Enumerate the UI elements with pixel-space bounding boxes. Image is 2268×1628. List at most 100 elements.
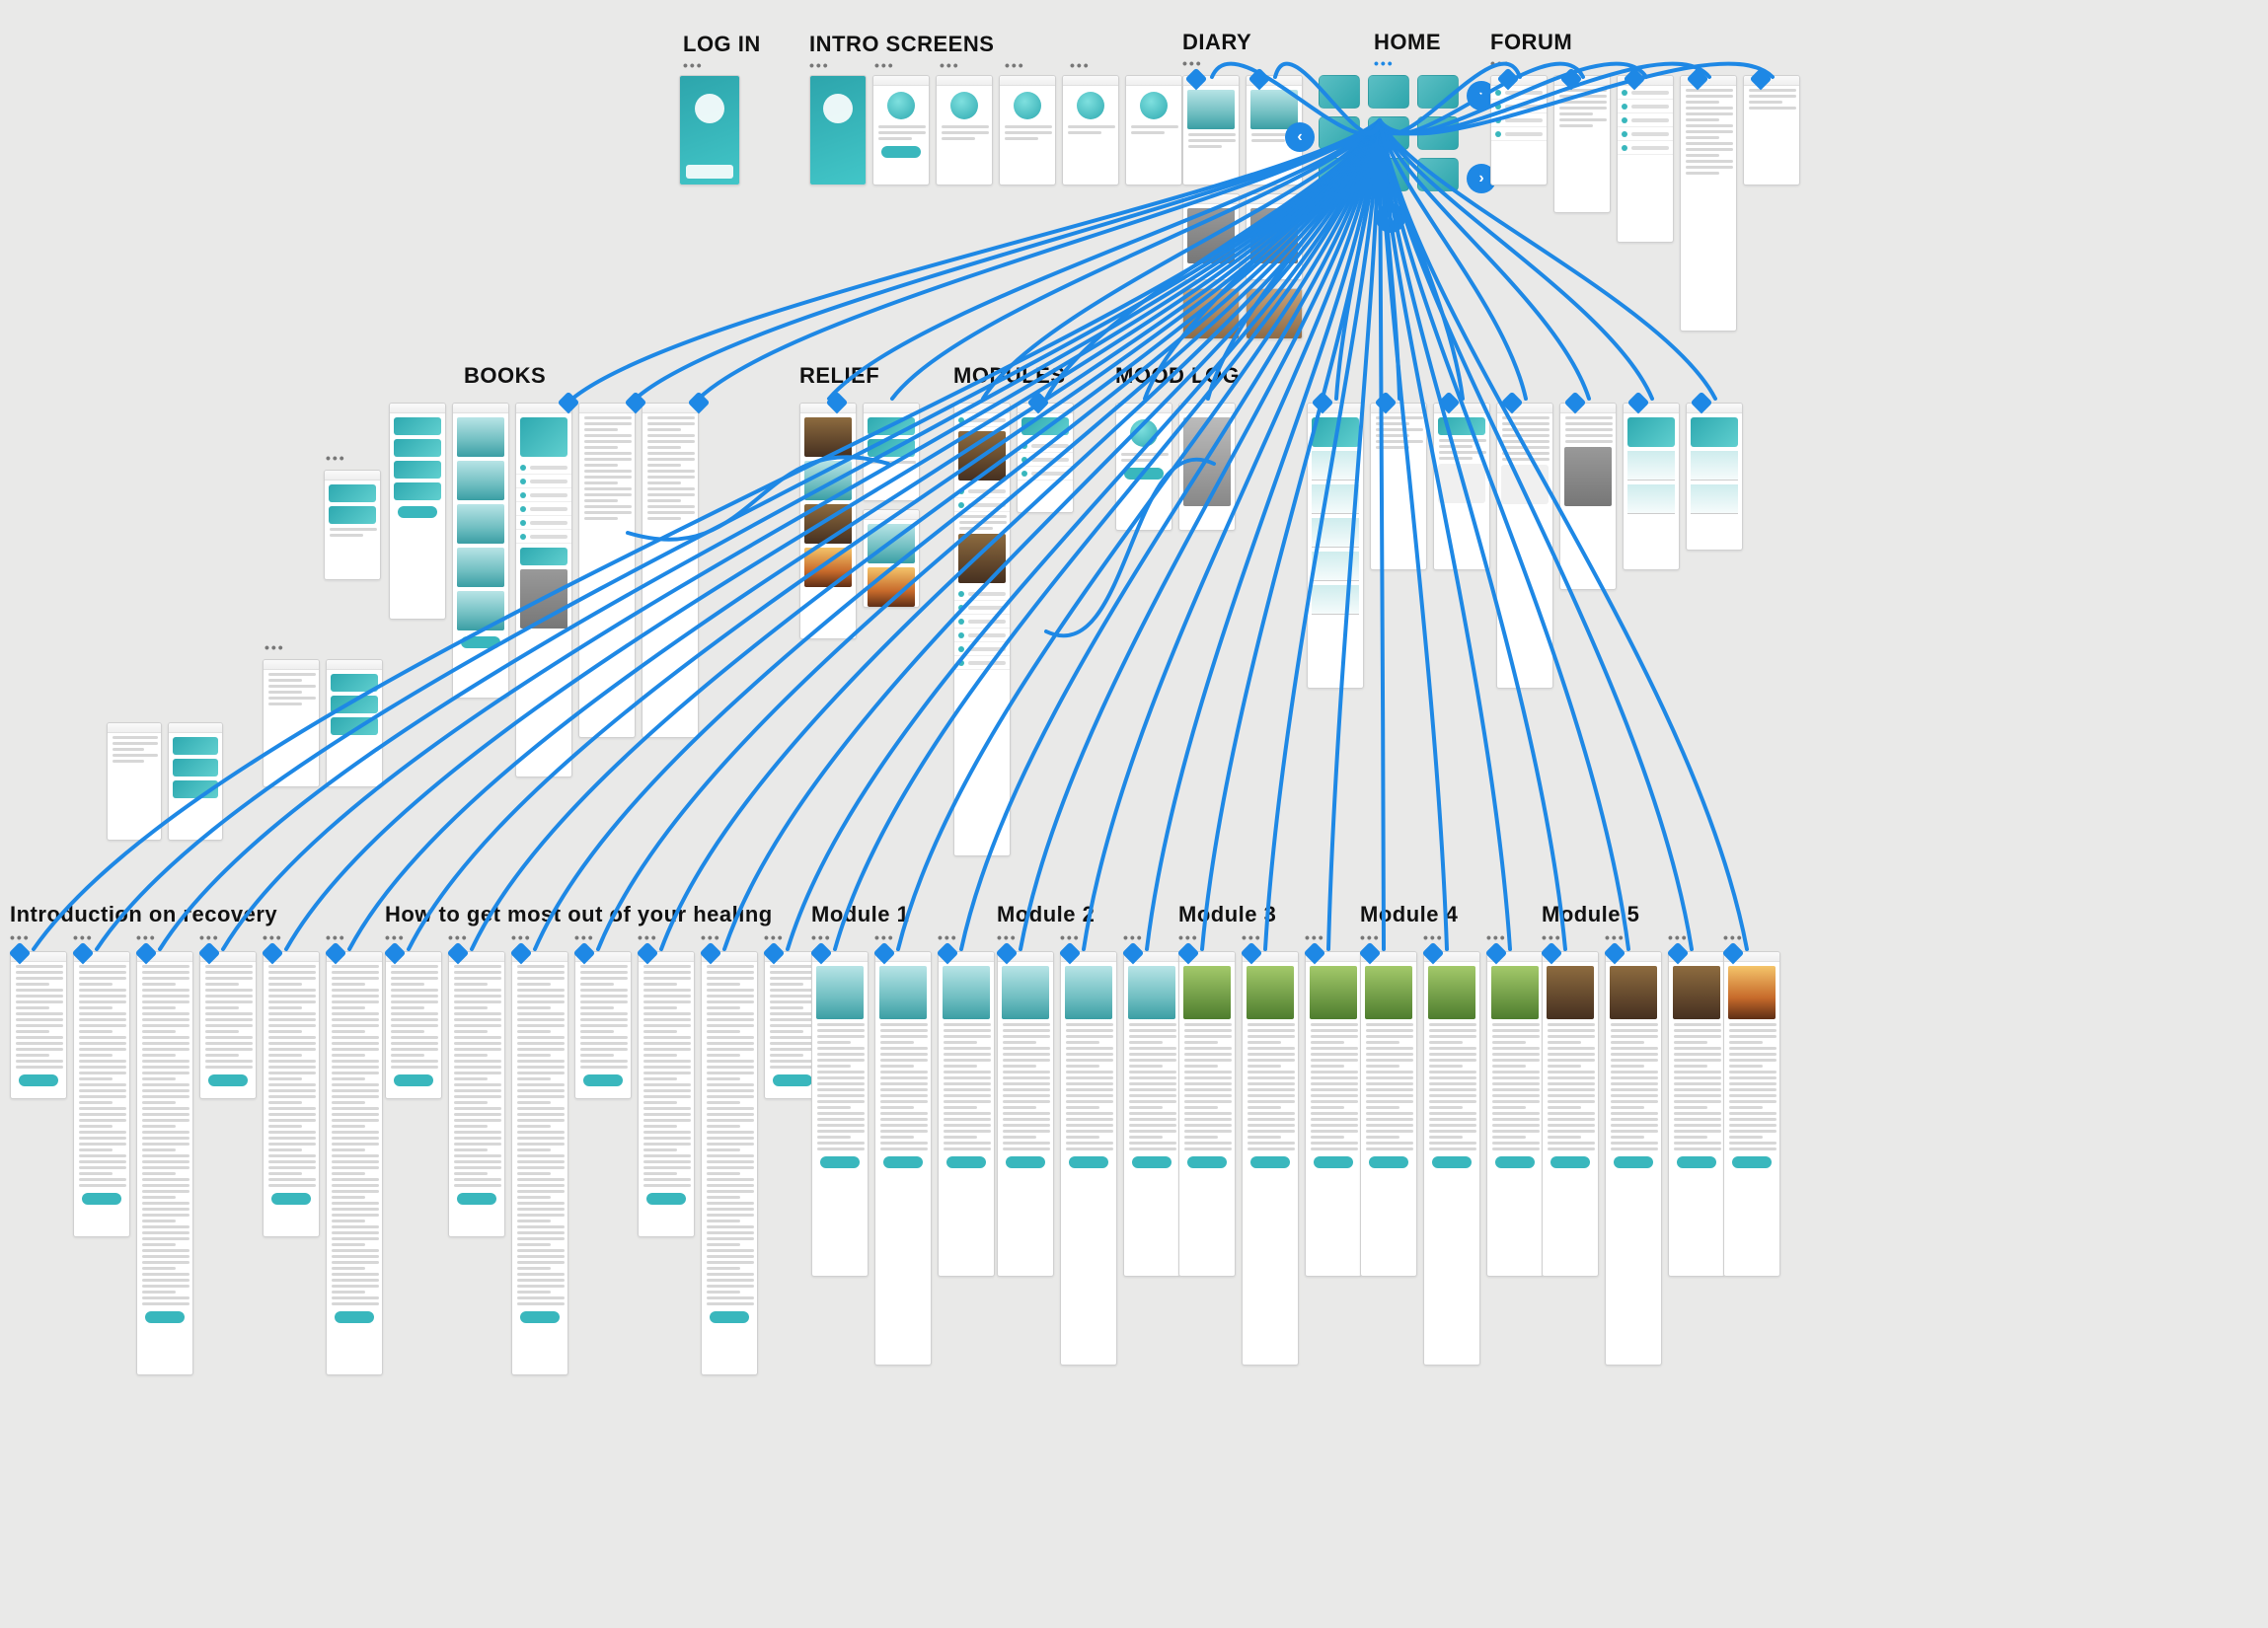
screen-diary-5[interactable] [1182,288,1240,339]
screen-module[interactable] [1178,951,1236,1277]
ellipsis-icon: ••• [683,57,704,73]
ellipsis-icon: ••• [326,450,346,466]
screen-books-b1[interactable] [389,403,446,620]
screen-forum-1[interactable] [1490,75,1548,185]
screen-mood-3[interactable] [1307,403,1364,689]
screen-module[interactable] [574,951,632,1099]
screen-relief-3[interactable] [863,509,920,608]
screen-module[interactable] [1305,951,1362,1277]
screen-forum-2[interactable] [1553,75,1611,213]
screen-module[interactable] [326,951,383,1375]
screen-intro-2[interactable] [872,75,930,185]
home-hub[interactable]: › ‹ › ˄ [1319,75,1467,223]
screen-books-a1[interactable] [324,470,381,580]
section-label-relief: RELIEF [799,363,879,389]
screen-module[interactable] [136,951,193,1375]
chevron-up-icon[interactable]: ˄ [1376,203,1405,233]
screen-mood-4[interactable] [1370,403,1427,570]
screen-relief-2[interactable] [863,403,920,501]
screen-login[interactable] [679,75,740,185]
section-label-modules: MODULES [953,363,1066,389]
screen-module[interactable] [1668,951,1725,1277]
screen-mood-6[interactable] [1496,403,1553,689]
screen-module[interactable] [1542,951,1599,1277]
screen-module[interactable] [263,951,320,1237]
screen-mood-2[interactable] [1178,403,1236,531]
ellipsis-icon: ••• [1005,57,1025,73]
screen-misc-1[interactable] [107,722,162,841]
screen-books-a3[interactable] [326,659,383,787]
screen-module[interactable] [874,951,932,1366]
screen-intro-5[interactable] [1062,75,1119,185]
screen-module[interactable] [1360,951,1417,1277]
screen-module[interactable] [701,951,758,1375]
section-label-diary: DIARY [1182,30,1251,55]
screen-diary-4[interactable] [1246,193,1303,280]
screen-module[interactable] [811,951,869,1277]
section-label-forum: FORUM [1490,30,1572,55]
section-label-mod4: Module 4 [1360,902,1458,927]
section-label-howto: How to get most out of your healing [385,902,773,927]
section-label-mod3: Module 3 [1178,902,1276,927]
screen-diary-6[interactable] [1246,288,1303,339]
screen-forum-3[interactable] [1617,75,1674,243]
screen-misc-2[interactable] [168,722,223,841]
screen-module[interactable] [1423,951,1480,1366]
screen-module[interactable] [385,951,442,1099]
screen-modules-2[interactable] [1017,403,1074,513]
screen-module[interactable] [1123,951,1180,1277]
screen-module[interactable] [448,951,505,1237]
screen-mood-8[interactable] [1623,403,1680,570]
section-label-home: HOME [1374,30,1441,55]
chevron-left-icon[interactable]: ‹ [1285,122,1315,152]
ellipsis-icon: ••• [940,57,960,73]
screen-books-a2[interactable] [263,659,320,787]
screen-module[interactable] [10,951,67,1099]
screen-mood-5[interactable] [1433,403,1490,570]
screen-module[interactable] [997,951,1054,1277]
section-label-intro-recovery: Introduction on recovery [10,902,277,927]
screen-books-b4[interactable] [578,403,636,738]
screen-intro-1[interactable] [809,75,867,185]
screen-module[interactable] [638,951,695,1237]
screen-module[interactable] [1605,951,1662,1366]
ellipsis-icon: ••• [874,57,895,73]
screen-intro-4[interactable] [999,75,1056,185]
flow-canvas[interactable]: LOG IN INTRO SCREENS DIARY HOME FORUM BO… [0,0,2268,1628]
ellipsis-icon: ••• [1374,55,1395,71]
screen-forum-5[interactable] [1743,75,1800,185]
screen-books-b5[interactable] [642,403,699,738]
section-label-intro: INTRO SCREENS [809,32,994,57]
screen-module[interactable] [1486,951,1544,1277]
screen-module[interactable] [938,951,995,1277]
screen-module[interactable] [73,951,130,1237]
screen-books-b3[interactable] [515,403,572,777]
ellipsis-icon: ••• [265,639,285,655]
section-label-mod5: Module 5 [1542,902,1639,927]
ellipsis-icon: ••• [1070,57,1091,73]
screen-module[interactable] [511,951,568,1375]
screen-mood-7[interactable] [1559,403,1617,590]
screen-relief-1[interactable] [799,403,857,639]
connection-wires [0,0,2268,1628]
section-label-moodlog: MOOD LOG [1115,363,1240,389]
screen-module[interactable] [199,951,257,1099]
screen-diary-3[interactable] [1182,193,1240,280]
screen-forum-4[interactable] [1680,75,1737,332]
screen-module[interactable] [1723,951,1780,1277]
screen-modules-1[interactable] [953,403,1011,856]
screen-module[interactable] [1242,951,1299,1366]
section-label-login: LOG IN [683,32,761,57]
ellipsis-icon: ••• [1182,55,1203,71]
section-label-mod2: Module 2 [997,902,1095,927]
screen-mood-9[interactable] [1686,403,1743,551]
screen-intro-6[interactable] [1125,75,1182,185]
ellipsis-icon: ••• [809,57,830,73]
screen-mood-1[interactable] [1115,403,1172,531]
screen-module[interactable] [1060,951,1117,1366]
screen-intro-3[interactable] [936,75,993,185]
screen-books-b2[interactable] [452,403,509,699]
section-label-mod1: Module 1 [811,902,909,927]
screen-diary-1[interactable] [1182,75,1240,185]
section-label-books: BOOKS [464,363,546,389]
